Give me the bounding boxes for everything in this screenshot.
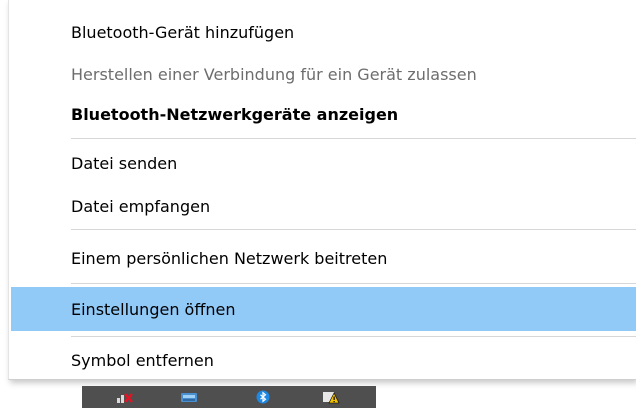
menu-item-receive-file[interactable]: Datei empfangen bbox=[11, 184, 636, 228]
screen: Bluetooth-Gerät hinzufügen Herstellen ei… bbox=[0, 0, 636, 408]
menu-item-open-settings[interactable]: Einstellungen öffnen bbox=[11, 287, 636, 331]
network-error-icon[interactable] bbox=[116, 390, 134, 404]
menu-separator bbox=[71, 229, 636, 230]
taskbar-tray bbox=[82, 386, 376, 408]
menu-item-label: Einstellungen öffnen bbox=[71, 299, 236, 319]
menu-item-label: Bluetooth-Gerät hinzufügen bbox=[71, 22, 295, 42]
menu-separator bbox=[71, 336, 636, 337]
menu-item-allow-device-connection: Herstellen einer Verbindung für ein Gerä… bbox=[11, 52, 636, 96]
menu-item-label: Symbol entfernen bbox=[71, 350, 214, 370]
menu-item-join-personal-network[interactable]: Einem persönlichen Netzwerk beitreten bbox=[11, 236, 636, 280]
storage-icon[interactable] bbox=[180, 390, 198, 404]
menu-item-add-bluetooth-device[interactable]: Bluetooth-Gerät hinzufügen bbox=[11, 10, 636, 54]
menu-item-show-bluetooth-network-devices[interactable]: Bluetooth-Netzwerkgeräte anzeigen bbox=[11, 92, 636, 136]
menu-item-label: Datei empfangen bbox=[71, 196, 211, 216]
menu-item-label: Bluetooth-Netzwerkgeräte anzeigen bbox=[71, 104, 399, 124]
menu-item-remove-icon[interactable]: Symbol entfernen bbox=[11, 338, 636, 382]
bluetooth-icon[interactable] bbox=[254, 390, 272, 404]
action-center-warning-icon[interactable] bbox=[322, 390, 340, 404]
menu-item-send-file[interactable]: Datei senden bbox=[11, 141, 636, 185]
menu-separator bbox=[71, 138, 636, 139]
menu-item-label: Datei senden bbox=[71, 153, 178, 173]
menu-item-label: Einem persönlichen Netzwerk beitreten bbox=[71, 248, 388, 268]
bluetooth-context-menu: Bluetooth-Gerät hinzufügen Herstellen ei… bbox=[8, 0, 636, 380]
menu-item-label: Herstellen einer Verbindung für ein Gerä… bbox=[71, 64, 477, 84]
menu-separator bbox=[71, 283, 636, 284]
